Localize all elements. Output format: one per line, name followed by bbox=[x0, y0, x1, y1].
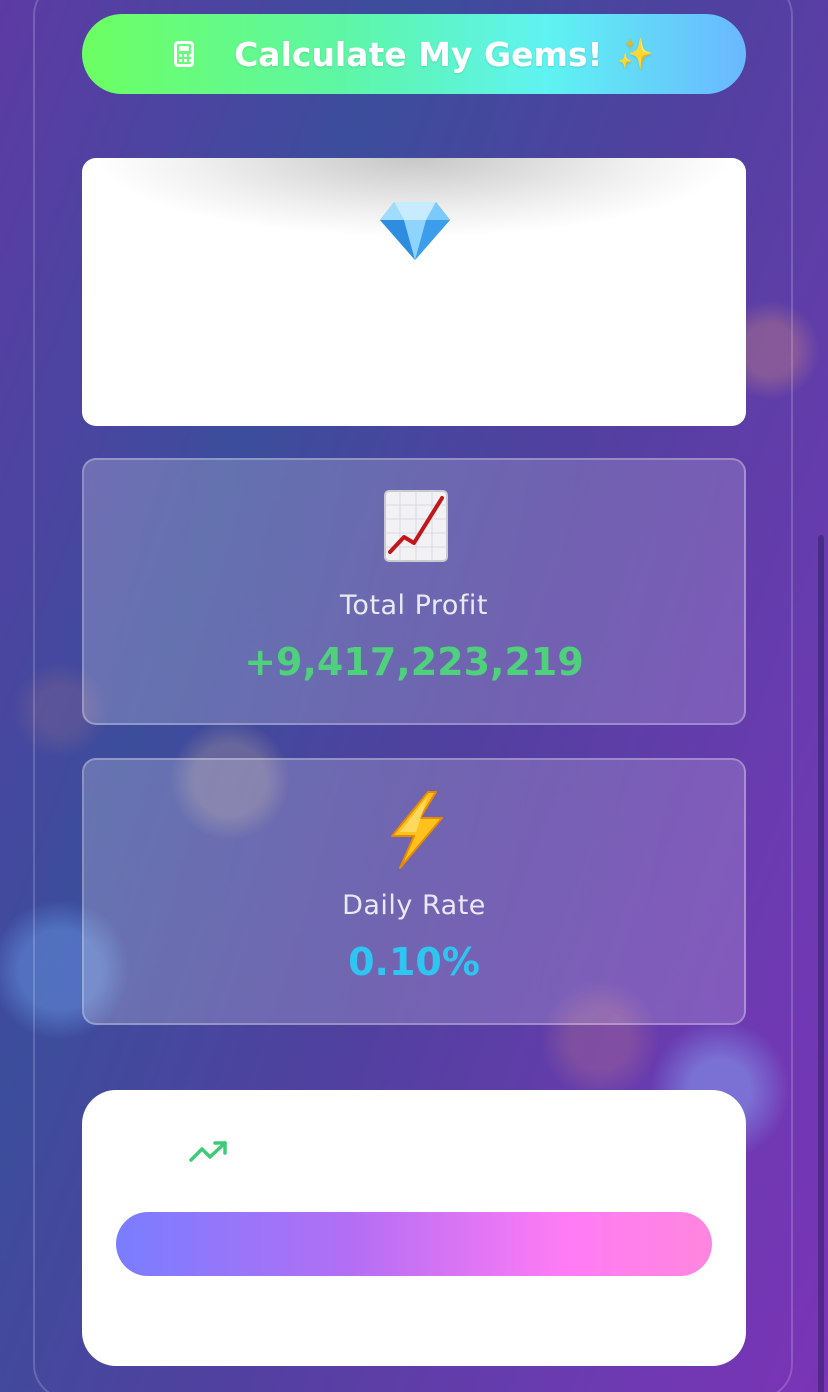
calculate-gems-button[interactable]: Calculate My Gems! ✨ bbox=[82, 14, 746, 94]
daily-rate-label: Daily Rate bbox=[342, 890, 486, 921]
total-profit-value: +9,417,223,219 bbox=[244, 640, 584, 684]
total-profit-card: Total Profit +9,417,223,219 bbox=[82, 458, 746, 725]
sparkles-icon: ✨ bbox=[616, 36, 654, 72]
projection-card bbox=[82, 1090, 746, 1366]
scrollbar-thumb[interactable] bbox=[818, 535, 824, 1392]
daily-rate-card: Daily Rate 0.10% bbox=[82, 758, 746, 1025]
daily-rate-value: 0.10% bbox=[348, 940, 480, 984]
lightning-icon bbox=[391, 791, 443, 869]
total-profit-label: Total Profit bbox=[339, 590, 489, 621]
gem-result-card bbox=[82, 158, 746, 426]
trending-up-icon bbox=[189, 1141, 227, 1162]
chart-increasing-icon bbox=[384, 490, 448, 562]
gradient-action-bar[interactable] bbox=[116, 1212, 712, 1276]
calculator-icon bbox=[174, 41, 195, 67]
gem-icon bbox=[380, 202, 450, 260]
calculate-button-label: Calculate My Gems! bbox=[234, 34, 603, 74]
